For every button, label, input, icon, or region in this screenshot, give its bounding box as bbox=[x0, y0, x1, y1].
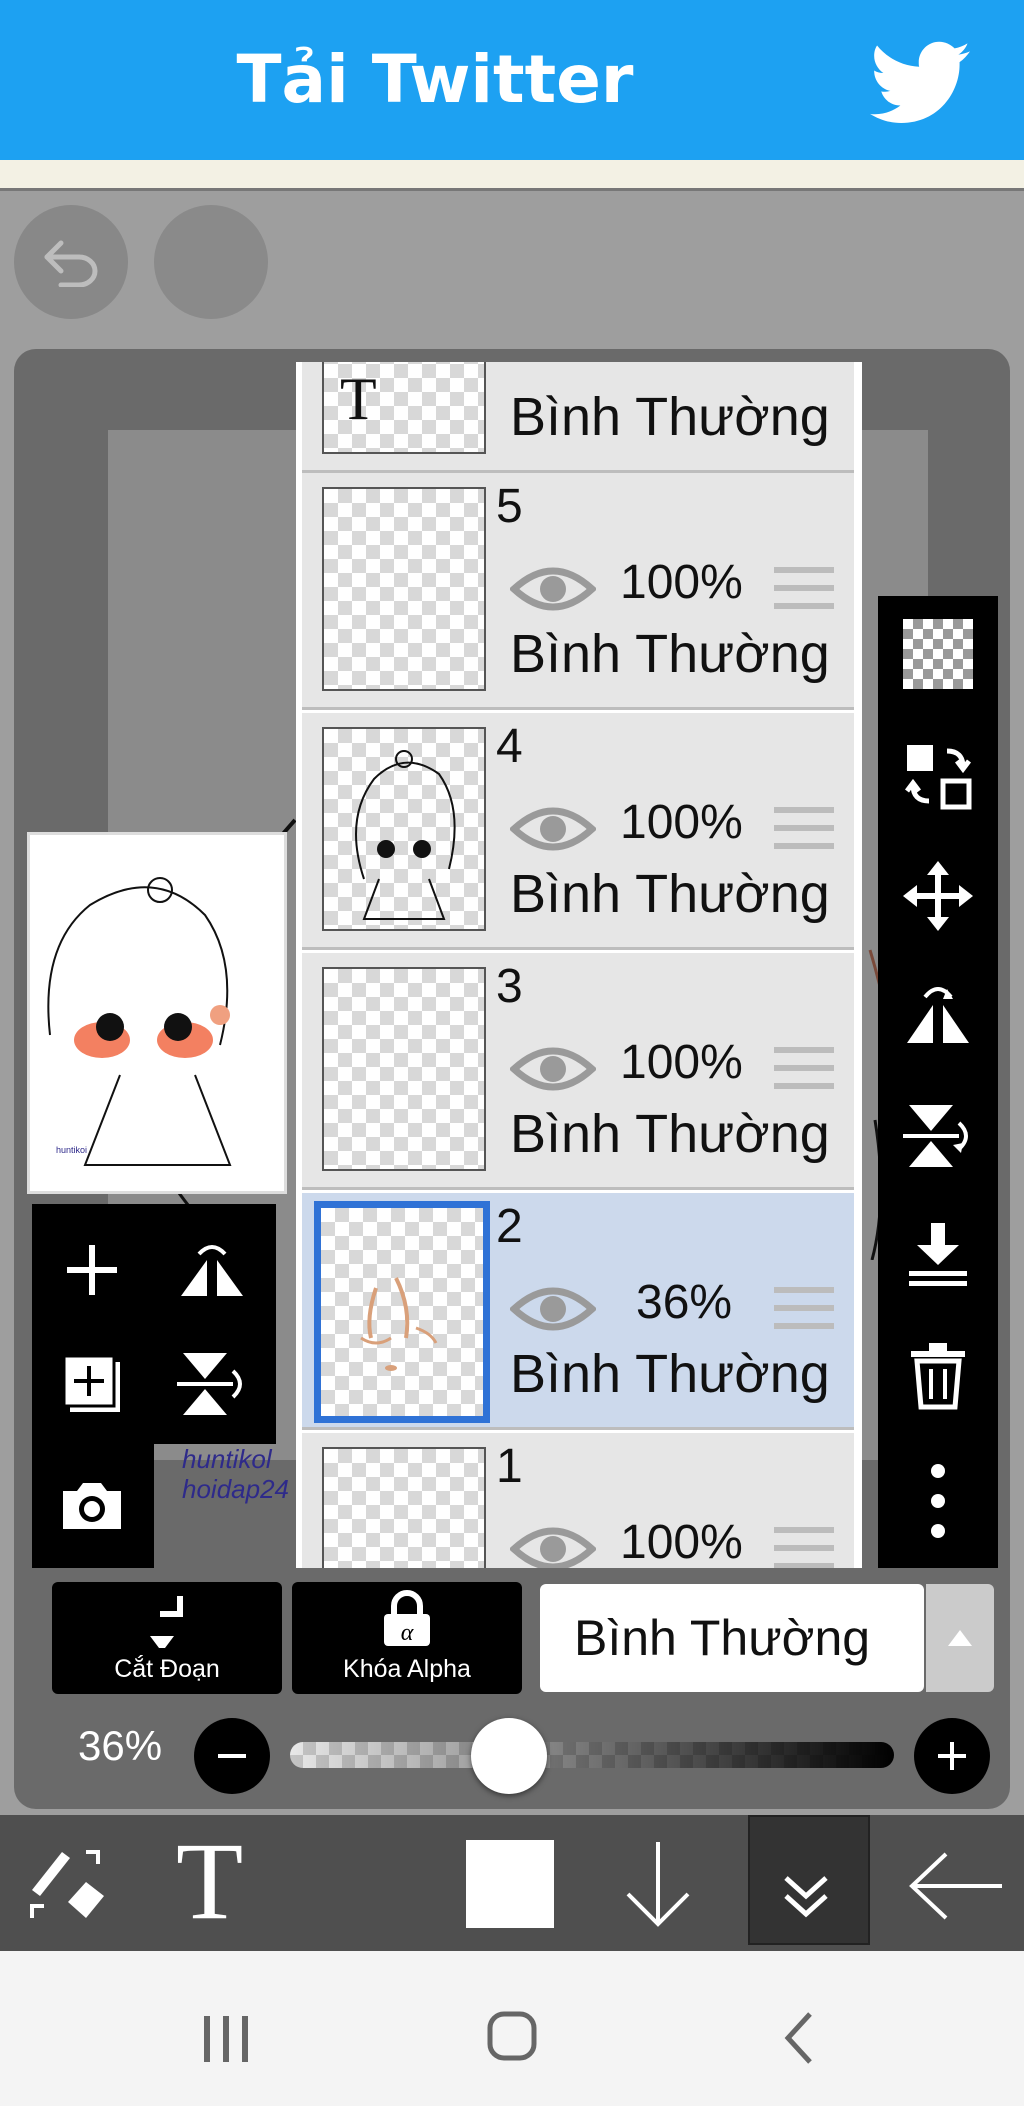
opacity-label: 36% bbox=[78, 1722, 163, 1769]
layers-panel[interactable]: T Bình Thường 5 100% Bình Thường 4 100% … bbox=[296, 362, 862, 1568]
opacity-decrease-button[interactable] bbox=[194, 1718, 270, 1794]
arrow-down-icon[interactable] bbox=[620, 1836, 696, 1932]
text-tool-icon[interactable]: T bbox=[176, 1826, 243, 1936]
alpha-lock-button[interactable]: α Khóa Alpha bbox=[292, 1582, 522, 1694]
layer-thumbnail bbox=[322, 1447, 486, 1568]
layer-item-3[interactable]: 3 100% Bình Thường bbox=[302, 953, 854, 1190]
banner-divider bbox=[0, 160, 1024, 191]
redo-button[interactable] bbox=[154, 205, 268, 319]
flip-vertical-icon[interactable] bbox=[162, 1334, 262, 1434]
layer-item-1[interactable]: 1 100% bbox=[302, 1433, 854, 1568]
canvas-watermark: huntikol hoidap24 bbox=[182, 1444, 302, 1504]
opacity-slider-thumb[interactable] bbox=[471, 1718, 548, 1794]
banner-title[interactable]: Tải Twitter bbox=[0, 0, 870, 160]
flip-horizontal-icon[interactable] bbox=[162, 1220, 262, 1320]
brush-eraser-swap-icon[interactable] bbox=[24, 1842, 114, 1928]
minus-icon bbox=[218, 1754, 246, 1758]
drag-handle-icon[interactable] bbox=[774, 567, 834, 619]
layer-thumbnail: T bbox=[322, 362, 486, 454]
eye-icon[interactable] bbox=[510, 561, 596, 617]
drag-handle-icon[interactable] bbox=[774, 1047, 834, 1099]
layer-blend-mode: Bình Thường bbox=[510, 624, 830, 684]
svg-text:α: α bbox=[401, 1620, 414, 1646]
layer-blend-mode: Bình Thường bbox=[510, 387, 830, 447]
transparent-grid-icon[interactable] bbox=[888, 604, 988, 704]
eye-icon[interactable] bbox=[510, 1041, 596, 1097]
sketch-thumbnail bbox=[355, 750, 456, 920]
layer-number: 4 bbox=[496, 720, 523, 773]
watermark-line-2: hoidap24 bbox=[182, 1474, 289, 1504]
blend-mode-value[interactable]: Bình Thường bbox=[574, 1584, 870, 1692]
layer-thumbnail bbox=[322, 967, 486, 1171]
layer-tools-toolbar bbox=[878, 596, 998, 1568]
preview-watermark: huntikoi bbox=[56, 1145, 87, 1155]
undo-button[interactable] bbox=[14, 205, 128, 319]
layer-thumbnail bbox=[314, 1201, 490, 1423]
layer-number: 5 bbox=[496, 480, 523, 533]
opacity-slider-track[interactable] bbox=[290, 1742, 894, 1768]
layer-opacity[interactable]: 36% bbox=[636, 1275, 732, 1330]
preview-drawing: huntikoi bbox=[47, 877, 232, 1166]
layer-opacity[interactable]: 100% bbox=[620, 1035, 743, 1090]
flip-vertical-icon[interactable] bbox=[888, 1086, 988, 1186]
recent-apps-icon[interactable] bbox=[196, 2010, 256, 2070]
plus-icon bbox=[938, 1742, 966, 1770]
merge-down-icon[interactable] bbox=[888, 1206, 988, 1306]
add-layer-copy-icon[interactable] bbox=[42, 1334, 142, 1434]
left-toolbar bbox=[32, 1204, 276, 1444]
layer-number: 1 bbox=[496, 1440, 523, 1493]
layer-number: 3 bbox=[496, 960, 523, 1013]
undo-icon bbox=[44, 240, 98, 287]
layer-thumbnail bbox=[322, 487, 486, 691]
blend-mode-dropdown-button[interactable] bbox=[926, 1584, 994, 1692]
layer-blend-mode: Bình Thường bbox=[510, 864, 830, 924]
color-swatch-icon[interactable] bbox=[466, 1840, 554, 1928]
watermark-line-1: huntikol bbox=[182, 1444, 272, 1474]
flip-horizontal-icon[interactable] bbox=[888, 966, 988, 1066]
twitter-bird-icon[interactable] bbox=[870, 38, 970, 128]
more-vertical-icon[interactable] bbox=[888, 1451, 988, 1551]
layer-number: 2 bbox=[496, 1200, 523, 1253]
drag-handle-icon[interactable] bbox=[774, 1287, 834, 1339]
layer-thumbnail bbox=[322, 727, 486, 931]
back-icon[interactable] bbox=[776, 2008, 826, 2068]
layer-blend-mode: Bình Thường bbox=[510, 1104, 830, 1164]
eye-icon[interactable] bbox=[510, 801, 596, 857]
layer-item-4[interactable]: 4 100% Bình Thường bbox=[302, 713, 854, 950]
canvas-preview[interactable]: huntikoi bbox=[27, 832, 287, 1194]
layer-opacity[interactable]: 100% bbox=[620, 795, 743, 850]
add-layer-icon[interactable] bbox=[42, 1220, 142, 1320]
trash-icon[interactable] bbox=[888, 1326, 988, 1426]
opacity-increase-button[interactable] bbox=[914, 1718, 990, 1794]
clip-arrow-icon bbox=[150, 1596, 183, 1648]
clip-label: Cắt Đoạn bbox=[114, 1655, 220, 1683]
swap-layers-icon[interactable] bbox=[888, 726, 988, 826]
drag-handle-icon[interactable] bbox=[774, 1527, 834, 1568]
layer-blend-mode: Bình Thường bbox=[510, 1344, 830, 1404]
eye-icon[interactable] bbox=[510, 1521, 596, 1568]
layer-opacity[interactable]: 100% bbox=[620, 1515, 743, 1568]
lock-icon: α bbox=[384, 1590, 430, 1646]
clip-button[interactable]: Cắt Đoạn bbox=[52, 1582, 282, 1694]
layer-item-text[interactable]: T Bình Thường bbox=[302, 362, 854, 473]
layer-opacity[interactable]: 100% bbox=[620, 555, 743, 610]
double-chevron-down-icon bbox=[784, 1876, 828, 1918]
layer-item-5[interactable]: 5 100% Bình Thường bbox=[302, 473, 854, 710]
alpha-lock-label: Khóa Alpha bbox=[343, 1655, 471, 1683]
camera-icon[interactable] bbox=[42, 1456, 142, 1556]
eye-icon[interactable] bbox=[510, 1281, 596, 1337]
text-layer-icon: T bbox=[340, 366, 377, 432]
sketch-thumbnail bbox=[360, 1277, 438, 1371]
move-icon[interactable] bbox=[888, 846, 988, 946]
home-icon[interactable] bbox=[482, 2006, 542, 2066]
left-toolbar-camera bbox=[32, 1444, 154, 1568]
back-arrow-icon[interactable] bbox=[906, 1846, 1006, 1926]
drag-handle-icon[interactable] bbox=[774, 807, 834, 859]
triangle-up-icon bbox=[948, 1630, 972, 1646]
layer-item-2[interactable]: 2 36% Bình Thường bbox=[302, 1193, 854, 1430]
